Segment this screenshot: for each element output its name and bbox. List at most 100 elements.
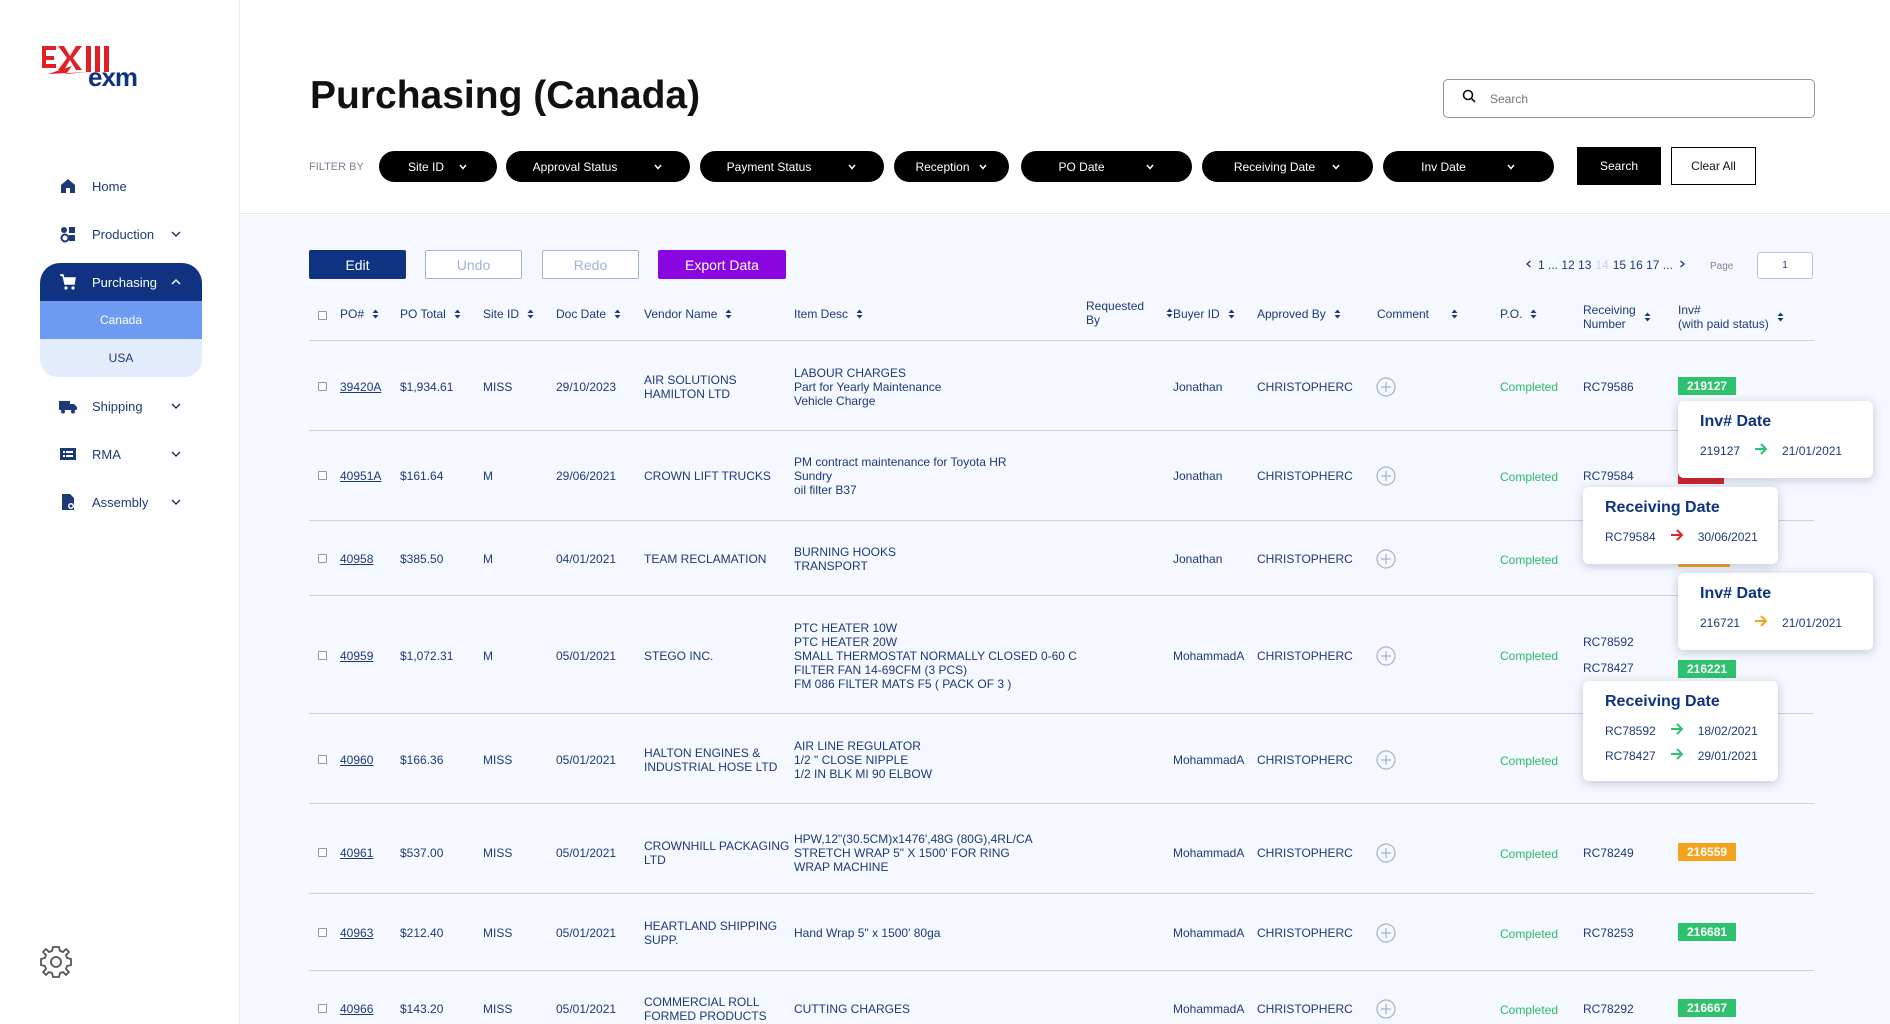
filter-site-id[interactable]: Site ID bbox=[379, 151, 497, 182]
truck-icon bbox=[58, 396, 78, 416]
invoice-badge[interactable]: 216221 bbox=[1678, 660, 1737, 678]
sidebar-item-assembly[interactable]: Assembly bbox=[40, 483, 202, 521]
filter-reception[interactable]: Reception bbox=[894, 151, 1009, 182]
row-checkbox[interactable] bbox=[318, 755, 327, 764]
sidebar-item-shipping[interactable]: Shipping bbox=[40, 387, 202, 425]
row-divider bbox=[309, 803, 1814, 804]
page-number-input[interactable]: 1 bbox=[1757, 252, 1813, 279]
row-checkbox[interactable] bbox=[318, 928, 327, 937]
sort-icon bbox=[1228, 309, 1235, 319]
item-desc: CUTTING CHARGES bbox=[794, 1002, 911, 1016]
col-site-id[interactable]: Site ID bbox=[483, 307, 534, 321]
add-comment-icon[interactable] bbox=[1376, 843, 1396, 863]
po-status: Completed bbox=[1500, 754, 1559, 768]
sidebar-item-rma[interactable]: RMA bbox=[40, 435, 202, 473]
col-inv[interactable]: Inv# (with paid status) bbox=[1678, 303, 1784, 331]
search-box[interactable] bbox=[1443, 79, 1815, 118]
col-vendor-name[interactable]: Vendor Name bbox=[644, 307, 732, 321]
site-id: M bbox=[483, 552, 493, 566]
sidebar-subitem-canada[interactable]: Canada bbox=[40, 301, 202, 339]
col-buyer-id[interactable]: Buyer ID bbox=[1173, 307, 1235, 321]
receiving-number[interactable]: RC79584 bbox=[1583, 469, 1634, 483]
sort-icon bbox=[725, 309, 732, 319]
page-links-after[interactable]: 15 16 17 ... bbox=[1613, 258, 1673, 272]
receiving-number[interactable]: RC78292 bbox=[1583, 1002, 1634, 1016]
sort-icon bbox=[1334, 309, 1341, 319]
row-divider bbox=[309, 595, 1814, 596]
sidebar-item-label: RMA bbox=[92, 446, 121, 462]
col-po-status[interactable]: P.O. bbox=[1500, 307, 1537, 321]
edit-button[interactable]: Edit bbox=[309, 250, 406, 279]
row-checkbox[interactable] bbox=[318, 554, 327, 563]
po-total: $212.40 bbox=[400, 926, 444, 940]
approved-by: CHRISTOPHERC bbox=[1257, 926, 1353, 940]
chevron-right-icon[interactable] bbox=[1677, 258, 1687, 272]
page-header: Purchasing (Canada) FILTER BY Site ID Ap… bbox=[240, 0, 1890, 214]
row-checkbox[interactable] bbox=[318, 382, 327, 391]
invoice-badge[interactable]: 216559 bbox=[1678, 843, 1737, 861]
add-comment-icon[interactable] bbox=[1376, 466, 1396, 486]
sidebar-item-purchasing[interactable]: Purchasing bbox=[40, 263, 202, 301]
settings-gear-icon[interactable] bbox=[38, 944, 74, 980]
po-link[interactable]: 39420A bbox=[340, 380, 381, 394]
chevron-left-icon[interactable] bbox=[1524, 258, 1534, 272]
po-status: Completed bbox=[1500, 649, 1559, 663]
col-po[interactable]: PO# bbox=[340, 307, 379, 321]
undo-button[interactable]: Undo bbox=[425, 250, 522, 279]
receiving-number[interactable]: RC78249 bbox=[1583, 846, 1634, 860]
tooltip-row: 216721 21/01/2021 bbox=[1700, 615, 1843, 630]
add-comment-icon[interactable] bbox=[1376, 549, 1396, 569]
receiving-number[interactable]: RC78253 bbox=[1583, 926, 1634, 940]
po-link[interactable]: 40951A bbox=[340, 469, 381, 483]
item-desc: AIR LINE REGULATOR 1/2 " CLOSE NIPPLE 1/2 … bbox=[794, 739, 933, 781]
col-receiving-number[interactable]: Receiving Number bbox=[1583, 303, 1651, 331]
filter-po-date[interactable]: PO Date bbox=[1021, 151, 1192, 182]
cart-icon bbox=[58, 272, 78, 292]
receiving-number[interactable]: RC78592 RC78427 bbox=[1583, 635, 1634, 675]
sidebar-item-production[interactable]: Production bbox=[40, 215, 202, 253]
po-link[interactable]: 40959 bbox=[340, 649, 373, 663]
add-comment-icon[interactable] bbox=[1376, 646, 1396, 666]
redo-button[interactable]: Redo bbox=[542, 250, 639, 279]
add-comment-icon[interactable] bbox=[1376, 923, 1396, 943]
add-comment-icon[interactable] bbox=[1376, 999, 1396, 1019]
po-link[interactable]: 40963 bbox=[340, 926, 373, 940]
filter-inv-date[interactable]: Inv Date bbox=[1383, 151, 1554, 182]
search-button[interactable]: Search bbox=[1577, 147, 1661, 185]
col-po-total[interactable]: PO Total bbox=[400, 307, 461, 321]
row-checkbox[interactable] bbox=[318, 1004, 327, 1013]
invoice-badge[interactable]: 216681 bbox=[1678, 923, 1737, 941]
col-approved-by[interactable]: Approved By bbox=[1257, 307, 1341, 321]
export-data-button[interactable]: Export Data bbox=[658, 250, 786, 279]
row-checkbox[interactable] bbox=[318, 848, 327, 857]
po-link[interactable]: 40966 bbox=[340, 1002, 373, 1016]
search-input[interactable] bbox=[1490, 91, 1790, 106]
po-link[interactable]: 40960 bbox=[340, 753, 373, 767]
receiving-number[interactable]: RC79586 bbox=[1583, 380, 1634, 394]
doc-date: 05/01/2021 bbox=[556, 649, 617, 663]
row-checkbox[interactable] bbox=[318, 471, 327, 480]
approved-by: CHRISTOPHERC bbox=[1257, 1002, 1353, 1016]
sidebar: exm Home Production Purchasing Canada US… bbox=[0, 0, 240, 1024]
col-requested-by[interactable]: Requested By bbox=[1086, 299, 1173, 327]
sidebar-subitem-usa[interactable]: USA bbox=[40, 339, 202, 377]
page-links-before[interactable]: 1 ... 12 13 bbox=[1538, 258, 1591, 272]
invoice-date-tooltip: Inv# Date 219127 21/01/2021 bbox=[1678, 401, 1873, 478]
row-checkbox[interactable] bbox=[318, 651, 327, 660]
sidebar-item-home[interactable]: Home bbox=[40, 167, 202, 205]
po-link[interactable]: 40958 bbox=[340, 552, 373, 566]
filter-receiving-date[interactable]: Receiving Date bbox=[1202, 151, 1373, 182]
col-item-desc[interactable]: Item Desc bbox=[794, 307, 863, 321]
invoice-badge[interactable]: 219127 bbox=[1678, 377, 1737, 395]
filter-payment-status[interactable]: Payment Status bbox=[700, 151, 884, 182]
invoice-badge[interactable]: 216667 bbox=[1678, 999, 1737, 1017]
filter-approval-status[interactable]: Approval Status bbox=[506, 151, 690, 182]
clear-all-button[interactable]: Clear All bbox=[1671, 147, 1756, 185]
col-doc-date[interactable]: Doc Date bbox=[556, 307, 621, 321]
po-link[interactable]: 40961 bbox=[340, 846, 373, 860]
col-comment[interactable]: Comment bbox=[1377, 307, 1458, 321]
add-comment-icon[interactable] bbox=[1376, 377, 1396, 397]
add-comment-icon[interactable] bbox=[1376, 750, 1396, 770]
buyer-id: MohammadA bbox=[1173, 846, 1245, 860]
select-all-checkbox[interactable] bbox=[318, 311, 327, 320]
